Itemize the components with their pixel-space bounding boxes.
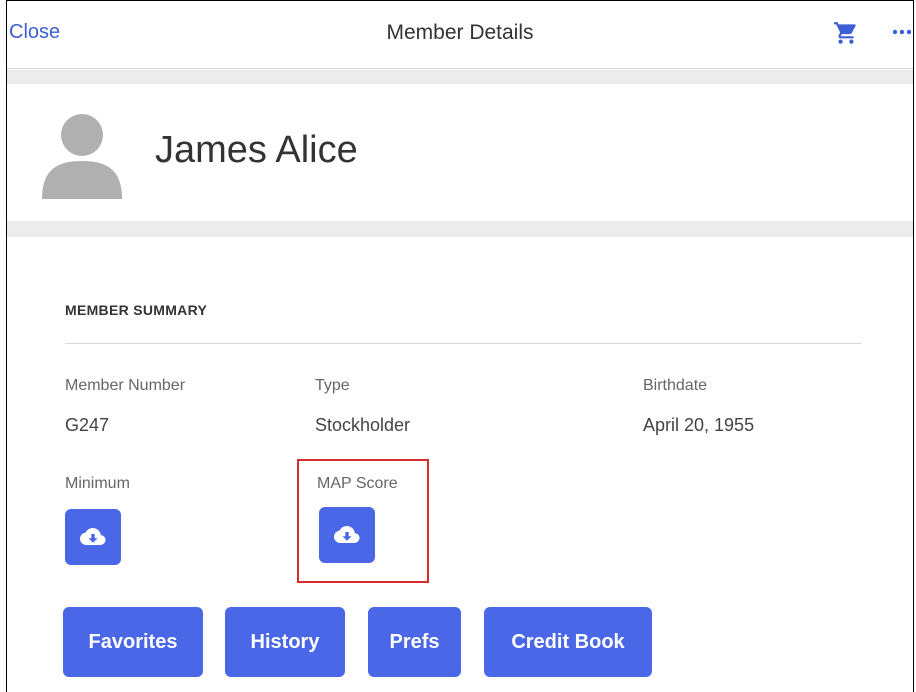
map-score-highlight-box	[297, 459, 429, 583]
separator-band	[7, 70, 913, 84]
birthdate-value: April 20, 1955	[643, 415, 755, 435]
section-title: MEMBER SUMMARY	[65, 302, 208, 318]
separator-band	[7, 221, 913, 237]
page-title: Member Details	[386, 21, 534, 44]
history-button[interactable]: History	[225, 607, 345, 677]
member-number-value: G247	[65, 415, 110, 435]
favorites-button[interactable]: Favorites	[63, 607, 203, 677]
divider	[65, 343, 861, 344]
cloud-download-icon	[80, 528, 106, 545]
user-avatar-icon	[42, 114, 122, 199]
shopping-cart-icon[interactable]	[833, 20, 859, 46]
prefs-button[interactable]: Prefs	[368, 607, 461, 677]
app-window: Close Member Details James Alice MEMBER …	[6, 0, 914, 692]
minimum-label: Minimum	[65, 475, 130, 492]
member-number-label: Member Number	[65, 377, 186, 394]
type-value: Stockholder	[315, 415, 411, 435]
minimum-download-button[interactable]	[65, 509, 121, 565]
birthdate-label: Birthdate	[643, 377, 708, 394]
credit-book-button[interactable]: Credit Book	[484, 607, 652, 677]
header-bar: Close Member Details	[7, 1, 913, 69]
profile-section: James Alice	[7, 84, 913, 221]
member-name: James Alice	[155, 129, 358, 171]
more-horizontal-icon[interactable]	[891, 25, 913, 39]
type-label: Type	[315, 377, 350, 394]
